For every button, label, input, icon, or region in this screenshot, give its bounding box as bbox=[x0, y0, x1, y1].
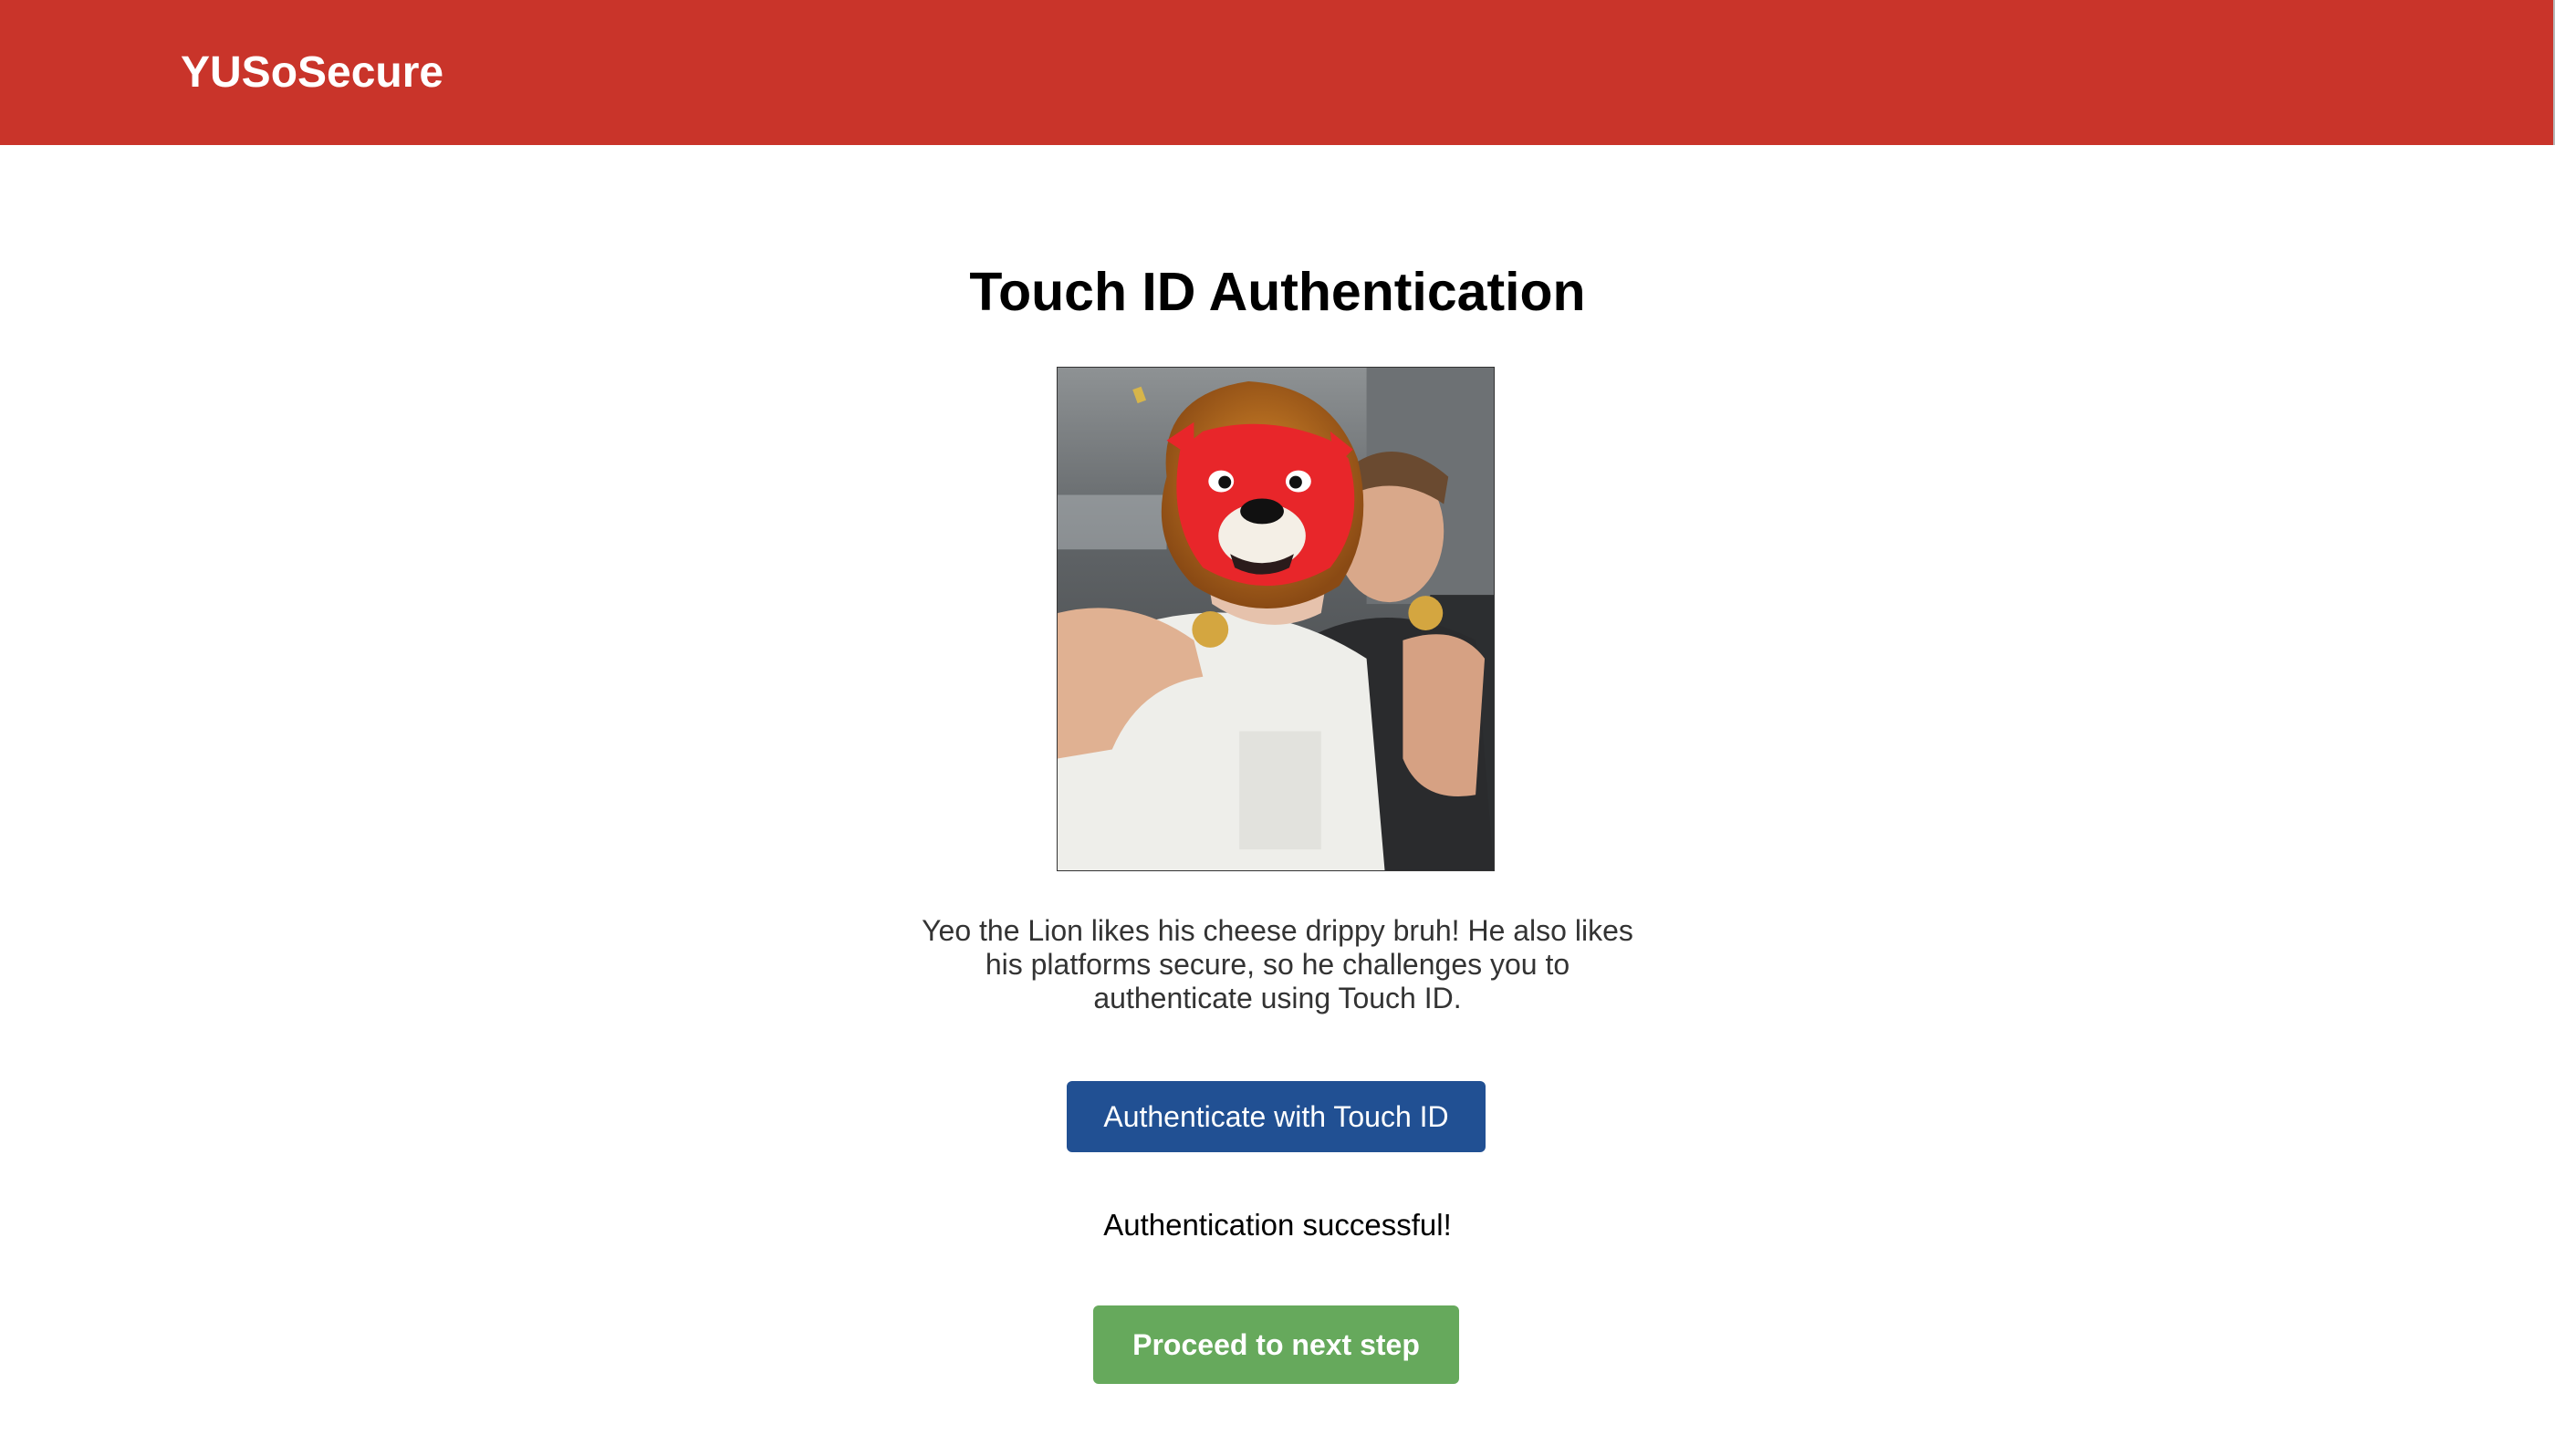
status-message: Authentication successful! bbox=[1103, 1208, 1452, 1242]
lion-mascot-photo-drawing bbox=[1058, 368, 1494, 870]
description-text: Yeo the Lion likes his cheese drippy bru… bbox=[922, 914, 1633, 1014]
authenticate-touch-id-button[interactable]: Authenticate with Touch ID bbox=[1067, 1081, 1486, 1152]
proceed-next-step-button[interactable]: Proceed to next step bbox=[1093, 1305, 1459, 1384]
lion-mascot-photo bbox=[1057, 367, 1495, 871]
page-title: Touch ID Authentication bbox=[969, 262, 1586, 322]
brand-logo-text[interactable]: YUSoSecure bbox=[181, 44, 443, 102]
top-header-bar: YUSoSecure bbox=[0, 0, 2555, 145]
